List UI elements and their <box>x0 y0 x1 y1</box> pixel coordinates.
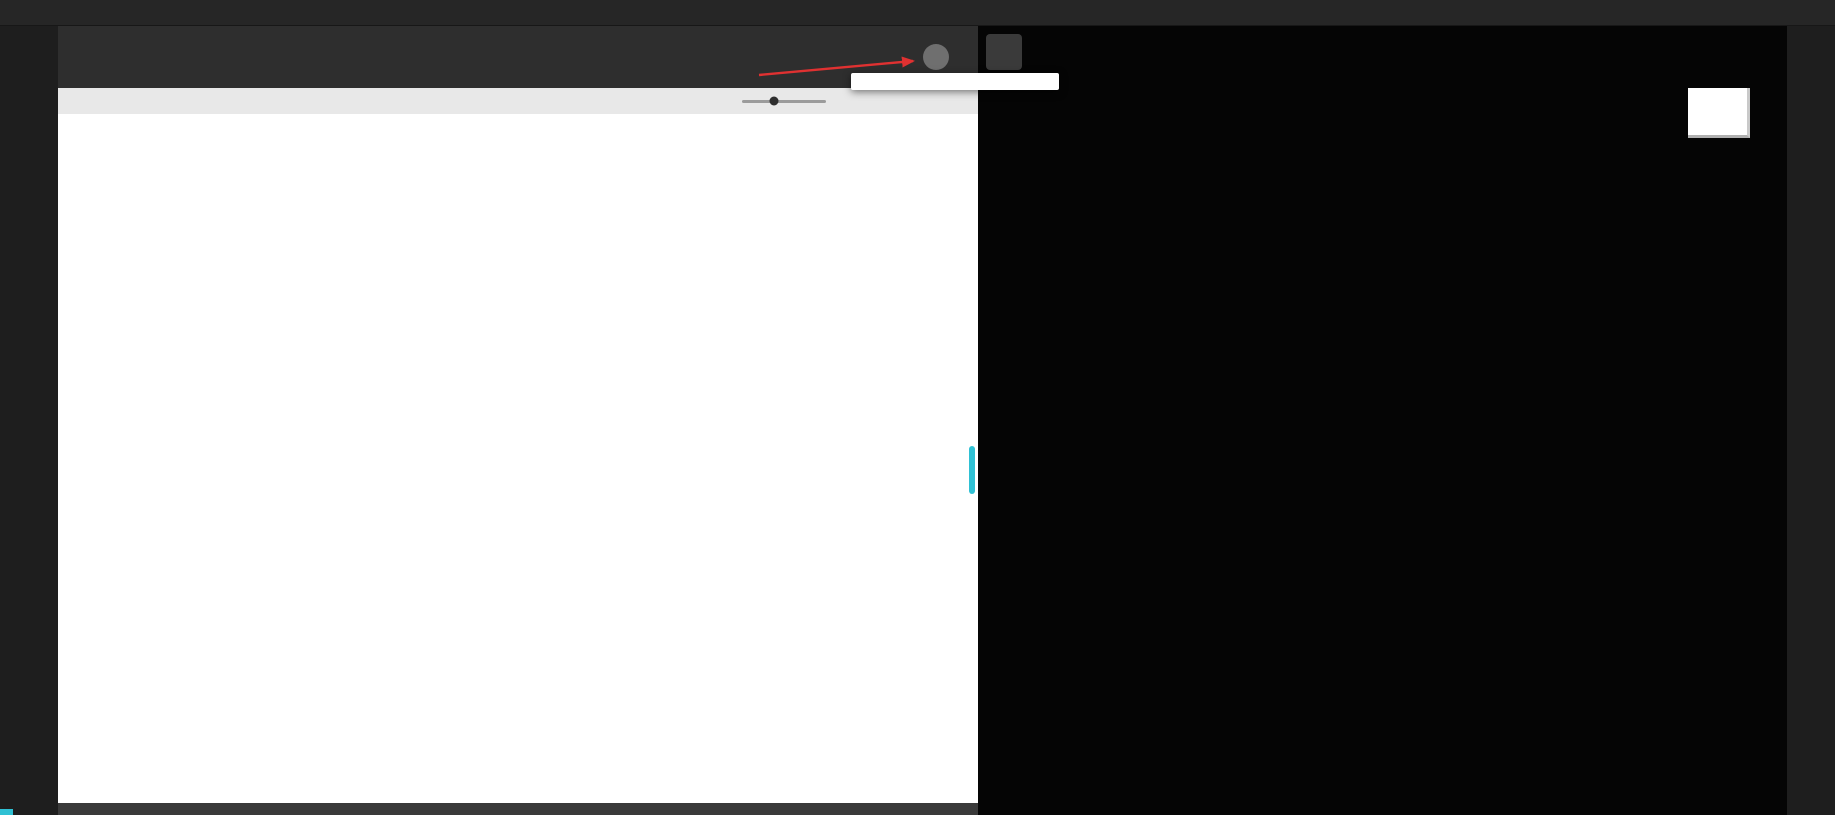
zoom-slider[interactable] <box>742 100 826 103</box>
zoom-slider-knob[interactable] <box>769 97 778 106</box>
left-toolbar <box>0 26 58 815</box>
2d-viewer-panel <box>58 26 978 815</box>
right-toolbar <box>1787 26 1835 815</box>
2d-viewer-header <box>58 26 978 88</box>
status-accent <box>0 809 13 815</box>
drawing-canvas[interactable] <box>58 114 978 803</box>
3d-model-view <box>978 26 1787 815</box>
view-cube[interactable] <box>1688 88 1750 138</box>
panel-splitter-handle[interactable] <box>969 446 975 494</box>
info-button[interactable] <box>923 44 949 70</box>
3d-viewer-panel[interactable] <box>978 26 1787 815</box>
version-tooltip <box>851 73 1059 90</box>
selection-frame-button[interactable] <box>986 34 1022 70</box>
zoom-toolbar <box>58 88 978 114</box>
application-window <box>0 0 1835 815</box>
facade-drawing-sheet <box>58 114 978 803</box>
topbar <box>0 0 1835 26</box>
space-selector[interactable] <box>447 0 639 26</box>
